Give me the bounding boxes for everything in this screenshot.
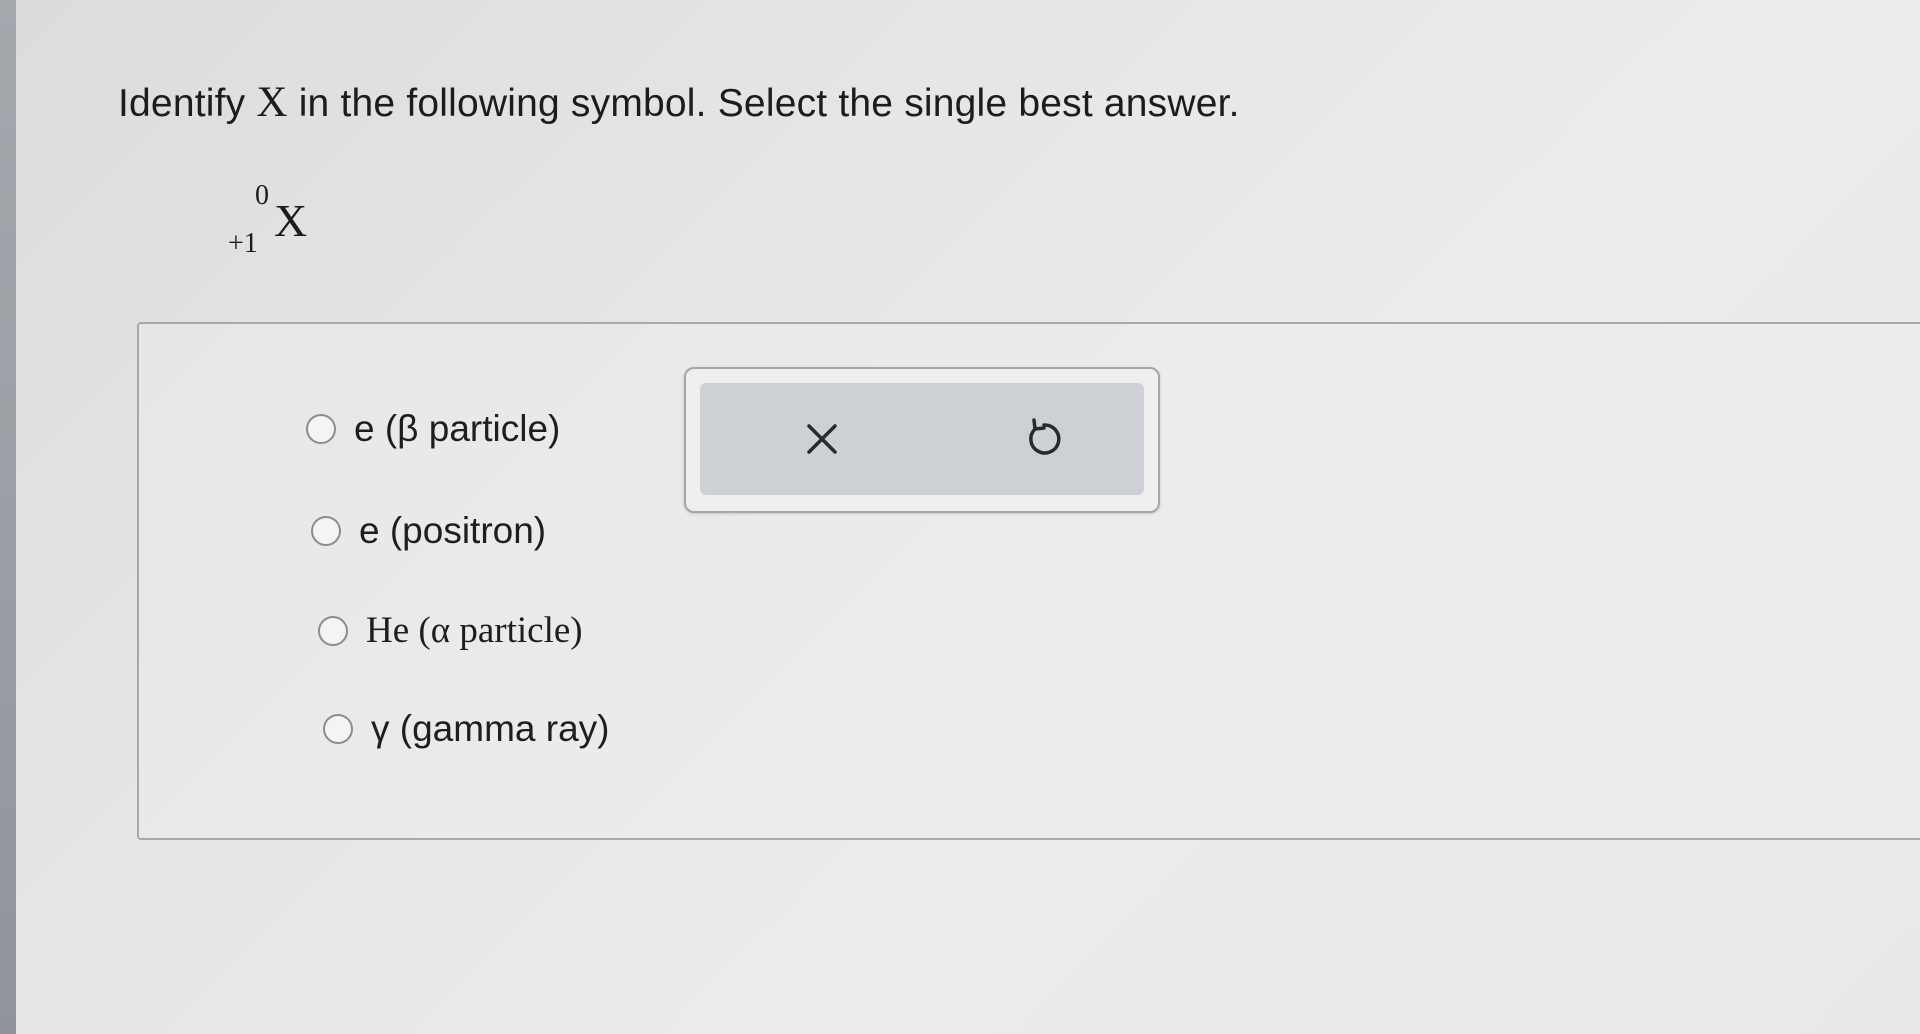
- radio-button[interactable]: [311, 516, 341, 546]
- clear-button[interactable]: [794, 411, 850, 467]
- nuclear-symbol: 0 +1 X: [228, 180, 328, 260]
- option-label[interactable]: e (β particle): [354, 408, 560, 450]
- radio-button[interactable]: [323, 714, 353, 744]
- answer-option-beta[interactable]: e (β particle): [306, 408, 560, 450]
- toolbar-panel: [700, 383, 1144, 495]
- question-suffix: in the following symbol. Select the sing…: [287, 82, 1240, 125]
- option-label[interactable]: e (positron): [359, 510, 546, 552]
- answer-option-alpha[interactable]: He (α particle): [318, 609, 583, 652]
- mass-number: 0: [255, 180, 269, 211]
- answer-option-gamma[interactable]: γ (gamma ray): [323, 708, 609, 750]
- option-label[interactable]: He (α particle): [366, 609, 583, 652]
- radio-button[interactable]: [306, 414, 336, 444]
- question-variable: X: [256, 79, 288, 126]
- option-label[interactable]: γ (gamma ray): [371, 708, 609, 750]
- symbol-letter: X: [274, 195, 308, 246]
- answer-toolbar: [684, 367, 1160, 513]
- undo-button[interactable]: [1016, 411, 1072, 467]
- radio-button[interactable]: [318, 615, 348, 646]
- question-text: Identify X in the following symbol. Sele…: [118, 78, 1240, 127]
- charge-number: +1: [228, 228, 258, 259]
- question-prefix: Identify: [118, 82, 257, 125]
- close-icon: [807, 424, 837, 454]
- undo-icon: [1029, 418, 1061, 455]
- answer-option-positron[interactable]: e (positron): [311, 510, 546, 552]
